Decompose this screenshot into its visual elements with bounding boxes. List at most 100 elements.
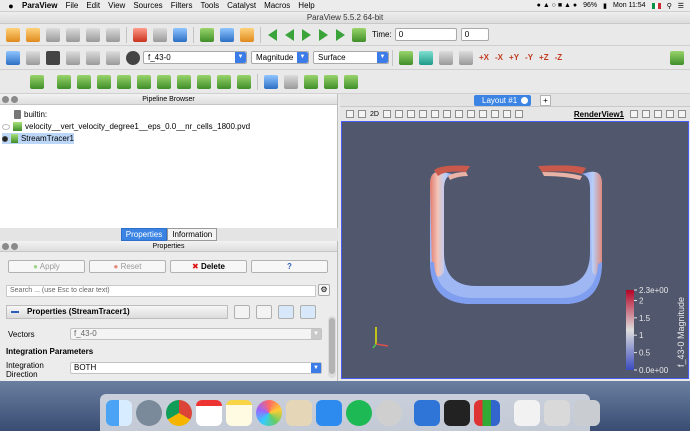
extract-subset-icon[interactable] (137, 74, 151, 89)
rescale-temporal-icon[interactable] (86, 50, 100, 65)
eye-icon[interactable] (2, 135, 9, 142)
clip-icon[interactable] (77, 74, 91, 89)
view-2d-toggle[interactable]: 2D (370, 111, 379, 118)
color-legend[interactable]: 2.3e+002 1.5 1 0.5 0.0e+00 f_43-0 Magnitude (626, 286, 686, 375)
help-button[interactable]: ? (251, 260, 328, 273)
apply-button[interactable]: ● Apply (8, 260, 85, 273)
tree-item-streamtracer[interactable]: StreamTracer1 (2, 133, 74, 144)
select-cells-through-icon[interactable] (406, 110, 415, 118)
split-vertical-icon[interactable] (642, 110, 650, 118)
close-icon[interactable] (2, 243, 9, 250)
open-folder-icon[interactable] (26, 27, 40, 42)
select-points-icon[interactable] (304, 74, 318, 89)
select-block-icon[interactable] (442, 110, 451, 118)
menu-app[interactable]: ParaView (22, 1, 57, 10)
color-palette-icon[interactable] (240, 27, 254, 42)
menu-sources[interactable]: Sources (133, 1, 162, 10)
disconnect-icon[interactable] (106, 27, 120, 42)
chrome-icon[interactable] (166, 399, 192, 426)
paste-icon[interactable] (256, 305, 272, 319)
toggle-color-legend-icon[interactable] (220, 27, 234, 42)
menu-help[interactable]: Help (298, 1, 314, 10)
eye-icon[interactable] (2, 123, 10, 130)
redo-icon[interactable] (153, 27, 167, 42)
show-orientation-axes-icon[interactable] (346, 110, 354, 118)
split-horizontal-icon[interactable] (630, 110, 638, 118)
battery-text[interactable]: 96% (583, 2, 597, 9)
auto-apply-icon[interactable] (200, 27, 214, 42)
play-icon[interactable] (302, 28, 311, 41)
tree-item-pvd[interactable]: velocity__vert_velocity_degree1__eps_0.0… (2, 121, 250, 132)
spotify-icon[interactable] (346, 399, 372, 426)
notes-icon[interactable] (226, 399, 252, 426)
view-plus-x-button[interactable]: +X (479, 53, 489, 62)
reset-button[interactable]: ● Reset (89, 260, 166, 273)
menu-view[interactable]: View (108, 1, 125, 10)
app-store-icon[interactable] (316, 399, 342, 426)
render-view-label[interactable]: RenderView1 (574, 110, 624, 119)
search-icon[interactable]: ⚲ (667, 2, 672, 10)
search-input[interactable]: Search ... (use Esc to clear text) (6, 285, 316, 297)
calculator-icon[interactable] (30, 74, 44, 89)
camera-link-icon[interactable] (264, 74, 278, 89)
undo-icon[interactable] (133, 27, 147, 42)
save-data-icon[interactable] (46, 27, 60, 42)
previous-frame-icon[interactable] (285, 28, 294, 41)
calendar-icon[interactable] (196, 399, 222, 426)
paraview-icon[interactable] (474, 399, 500, 426)
glyph-icon[interactable] (157, 74, 171, 89)
menu-file[interactable]: File (65, 1, 78, 10)
image-file-icon[interactable] (544, 399, 570, 426)
grow-selection-icon[interactable] (490, 110, 499, 118)
slice-icon[interactable] (97, 74, 111, 89)
view-minus-z-button[interactable]: -Z (555, 53, 563, 62)
warp-by-vector-icon[interactable] (197, 74, 211, 89)
menu-catalyst[interactable]: Catalyst (227, 1, 256, 10)
vectors-select[interactable]: f_43-0 ▼ (70, 328, 322, 340)
float-icon[interactable] (11, 243, 18, 250)
tab-layout-1[interactable]: Layout #1 (474, 95, 532, 106)
interactive-select-icon[interactable] (454, 110, 463, 118)
rescale-range-icon[interactable] (26, 50, 40, 65)
view-minus-y-button[interactable]: -Y (525, 53, 533, 62)
shrink-selection-icon[interactable] (502, 110, 511, 118)
xcode-icon[interactable] (414, 399, 440, 426)
toggle-visibility-icon[interactable] (126, 50, 140, 65)
component-select[interactable]: Magnitude ▼ (251, 51, 309, 64)
menu-tools[interactable]: Tools (200, 1, 219, 10)
new-layout-button[interactable]: + (540, 95, 551, 106)
close-icon[interactable] (521, 97, 529, 104)
tex-icon[interactable] (376, 399, 402, 426)
first-frame-icon[interactable] (268, 28, 277, 41)
close-view-icon[interactable] (678, 110, 686, 118)
view-plus-y-button[interactable]: +Y (509, 53, 519, 62)
restore-defaults-icon[interactable] (278, 305, 294, 319)
preview-icon[interactable] (286, 399, 312, 426)
time-input[interactable]: 0 (394, 28, 457, 41)
stream-tracer-icon[interactable] (177, 74, 191, 89)
time-step-spinbox[interactable]: 0 (460, 28, 489, 41)
extract-level-icon[interactable] (237, 74, 251, 89)
delete-button[interactable]: ✖ Delete (170, 260, 247, 273)
trash-icon[interactable] (574, 399, 600, 426)
finder-icon[interactable] (106, 399, 132, 426)
tab-properties[interactable]: Properties (120, 228, 168, 241)
threshold-icon[interactable] (117, 74, 131, 89)
connect-icon[interactable] (86, 27, 100, 42)
reset-camera-closest-icon[interactable] (419, 50, 433, 65)
clock[interactable]: Mon 11:54 (613, 2, 646, 9)
float-icon[interactable] (11, 96, 18, 103)
render-view[interactable]: 2.3e+00 2 1.5 1 0.5 0.0e+00 f_43-0 Magnitude (341, 121, 689, 379)
clear-selection-icon[interactable] (514, 110, 523, 118)
rotate-90-icon[interactable] (670, 50, 684, 65)
maximize-icon[interactable] (654, 110, 662, 118)
streamline-surface[interactable] (430, 165, 602, 304)
capture-screenshot-icon[interactable] (358, 110, 366, 118)
select-polygon-icon[interactable] (430, 110, 439, 118)
close-icon[interactable] (2, 96, 9, 103)
menu-filters[interactable]: Filters (171, 1, 193, 10)
photos-icon[interactable] (256, 399, 282, 426)
scrollbar-thumb[interactable] (329, 318, 335, 374)
select-cells-icon[interactable] (324, 74, 338, 89)
reset-camera-icon[interactable] (173, 27, 187, 42)
